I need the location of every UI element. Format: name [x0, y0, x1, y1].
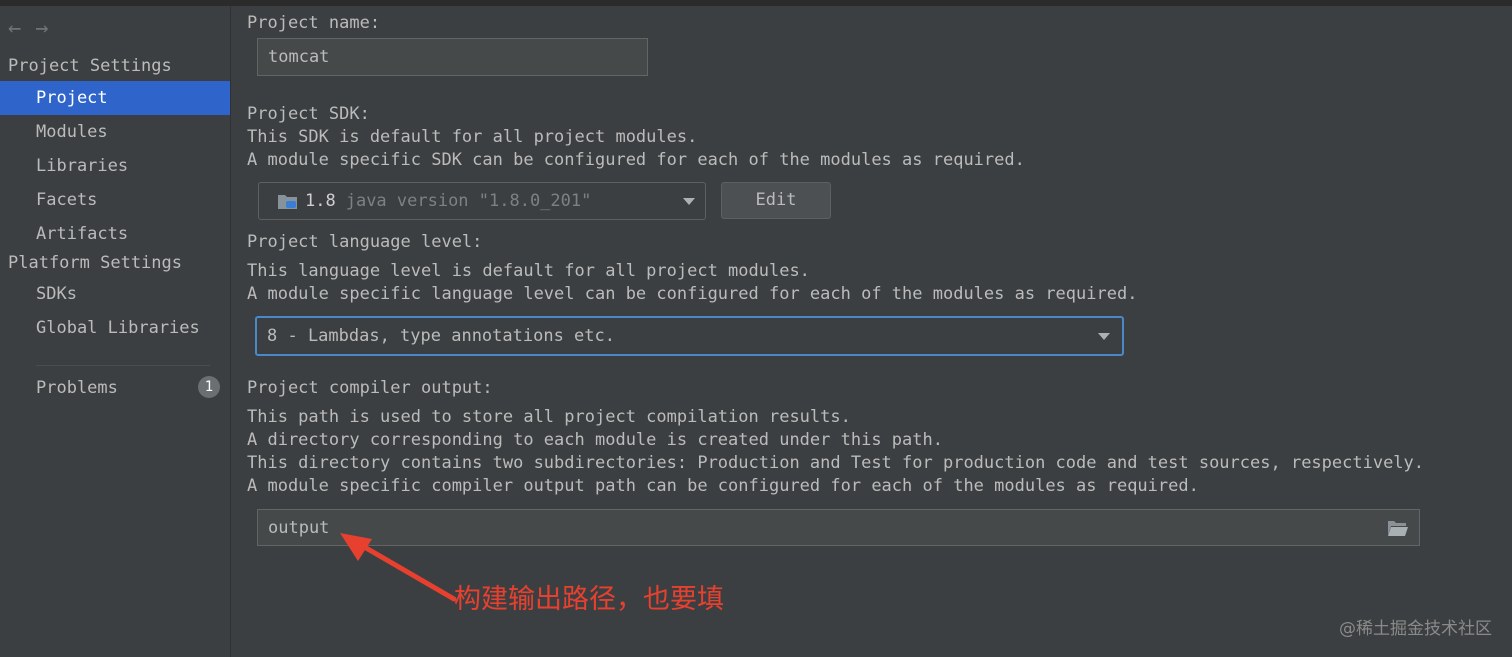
language-level-desc-1: This language level is default for all p…	[247, 261, 810, 281]
project-sdk-desc-2: A module specific SDK can be configured …	[247, 150, 1025, 170]
project-settings-panel: Project name: tomcat Project SDK: This S…	[231, 6, 1512, 657]
sidebar-divider	[36, 365, 210, 366]
sdk-version-detail: java version "1.8.0_201"	[345, 191, 592, 211]
project-sdk-dropdown[interactable]: 1.8 java version "1.8.0_201"	[258, 182, 706, 220]
language-level-value: 8 - Lambdas, type annotations etc.	[267, 326, 615, 346]
sidebar-item-libraries[interactable]: Libraries	[0, 149, 230, 183]
settings-sidebar: ← → Project Settings Project Modules Libr…	[0, 6, 231, 657]
chevron-down-icon	[1098, 333, 1110, 340]
sidebar-item-global-libraries[interactable]: Global Libraries	[0, 311, 230, 345]
project-name-label: Project name:	[247, 13, 381, 33]
problems-label: Problems	[36, 378, 118, 398]
language-level-desc-2: A module specific language level can be …	[247, 284, 1138, 304]
platform-settings-heading: Platform Settings	[8, 253, 182, 273]
sidebar-item-artifacts[interactable]: Artifacts	[0, 217, 230, 251]
compiler-output-desc-3: This directory contains two subdirectori…	[247, 453, 1425, 473]
language-level-label: Project language level:	[247, 232, 483, 252]
sidebar-item-facets[interactable]: Facets	[0, 183, 230, 217]
problems-count-badge: 1	[198, 376, 220, 398]
chevron-down-icon	[683, 198, 695, 205]
project-sdk-desc-1: This SDK is default for all project modu…	[247, 127, 698, 147]
arrow-right-icon[interactable]: →	[35, 16, 48, 41]
compiler-output-desc-2: A directory corresponding to each module…	[247, 430, 943, 450]
compiler-output-desc-1: This path is used to store all project c…	[247, 407, 851, 427]
watermark: @稀土掘金技术社区	[1339, 619, 1492, 639]
sidebar-item-problems[interactable]: Problems 1	[0, 371, 230, 405]
project-name-input[interactable]: tomcat	[257, 38, 648, 76]
annotation-text: 构建输出路径，也要填	[454, 584, 724, 615]
sdk-version: 1.8	[305, 191, 336, 211]
arrow-left-icon[interactable]: ←	[8, 16, 21, 41]
compiler-output-desc-4: A module specific compiler output path c…	[247, 476, 1199, 496]
project-settings-heading: Project Settings	[8, 56, 172, 76]
compiler-output-value: output	[268, 517, 330, 538]
folder-java-icon	[277, 192, 299, 210]
compiler-output-label: Project compiler output:	[247, 378, 493, 398]
sdk-edit-button[interactable]: Edit	[721, 182, 831, 219]
nav-arrows: ← →	[8, 16, 63, 41]
annotation-arrow-icon	[340, 533, 457, 602]
sidebar-item-sdks[interactable]: SDKs	[0, 277, 230, 311]
language-level-dropdown[interactable]: 8 - Lambdas, type annotations etc.	[255, 316, 1124, 356]
folder-open-icon[interactable]	[1387, 519, 1409, 542]
sidebar-item-modules[interactable]: Modules	[0, 115, 230, 149]
project-sdk-label: Project SDK:	[247, 104, 370, 124]
sidebar-item-project[interactable]: Project	[0, 81, 230, 115]
